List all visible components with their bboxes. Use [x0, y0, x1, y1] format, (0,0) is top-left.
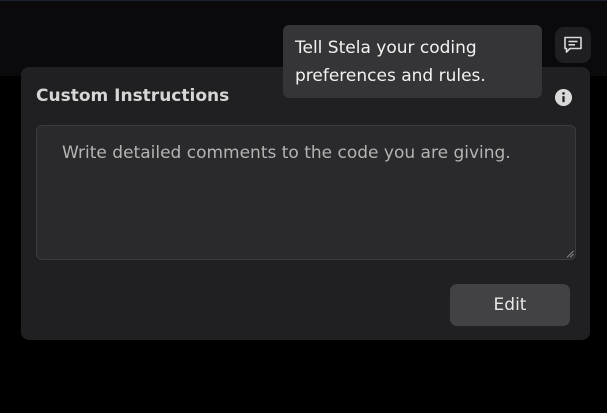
edit-button[interactable]: Edit	[450, 284, 570, 326]
chat-tooltip: Tell Stela your coding preferences and r…	[283, 25, 542, 98]
info-icon[interactable]	[554, 88, 573, 107]
custom-instructions-input[interactable]: Write detailed comments to the code you …	[36, 125, 576, 260]
panel-title: Custom Instructions	[36, 86, 230, 106]
chat-button[interactable]	[555, 27, 591, 63]
custom-instructions-panel: Custom Instructions Write detailed comme…	[21, 67, 590, 340]
chat-bubble-icon	[564, 36, 582, 53]
resize-grip-icon[interactable]	[566, 250, 574, 258]
